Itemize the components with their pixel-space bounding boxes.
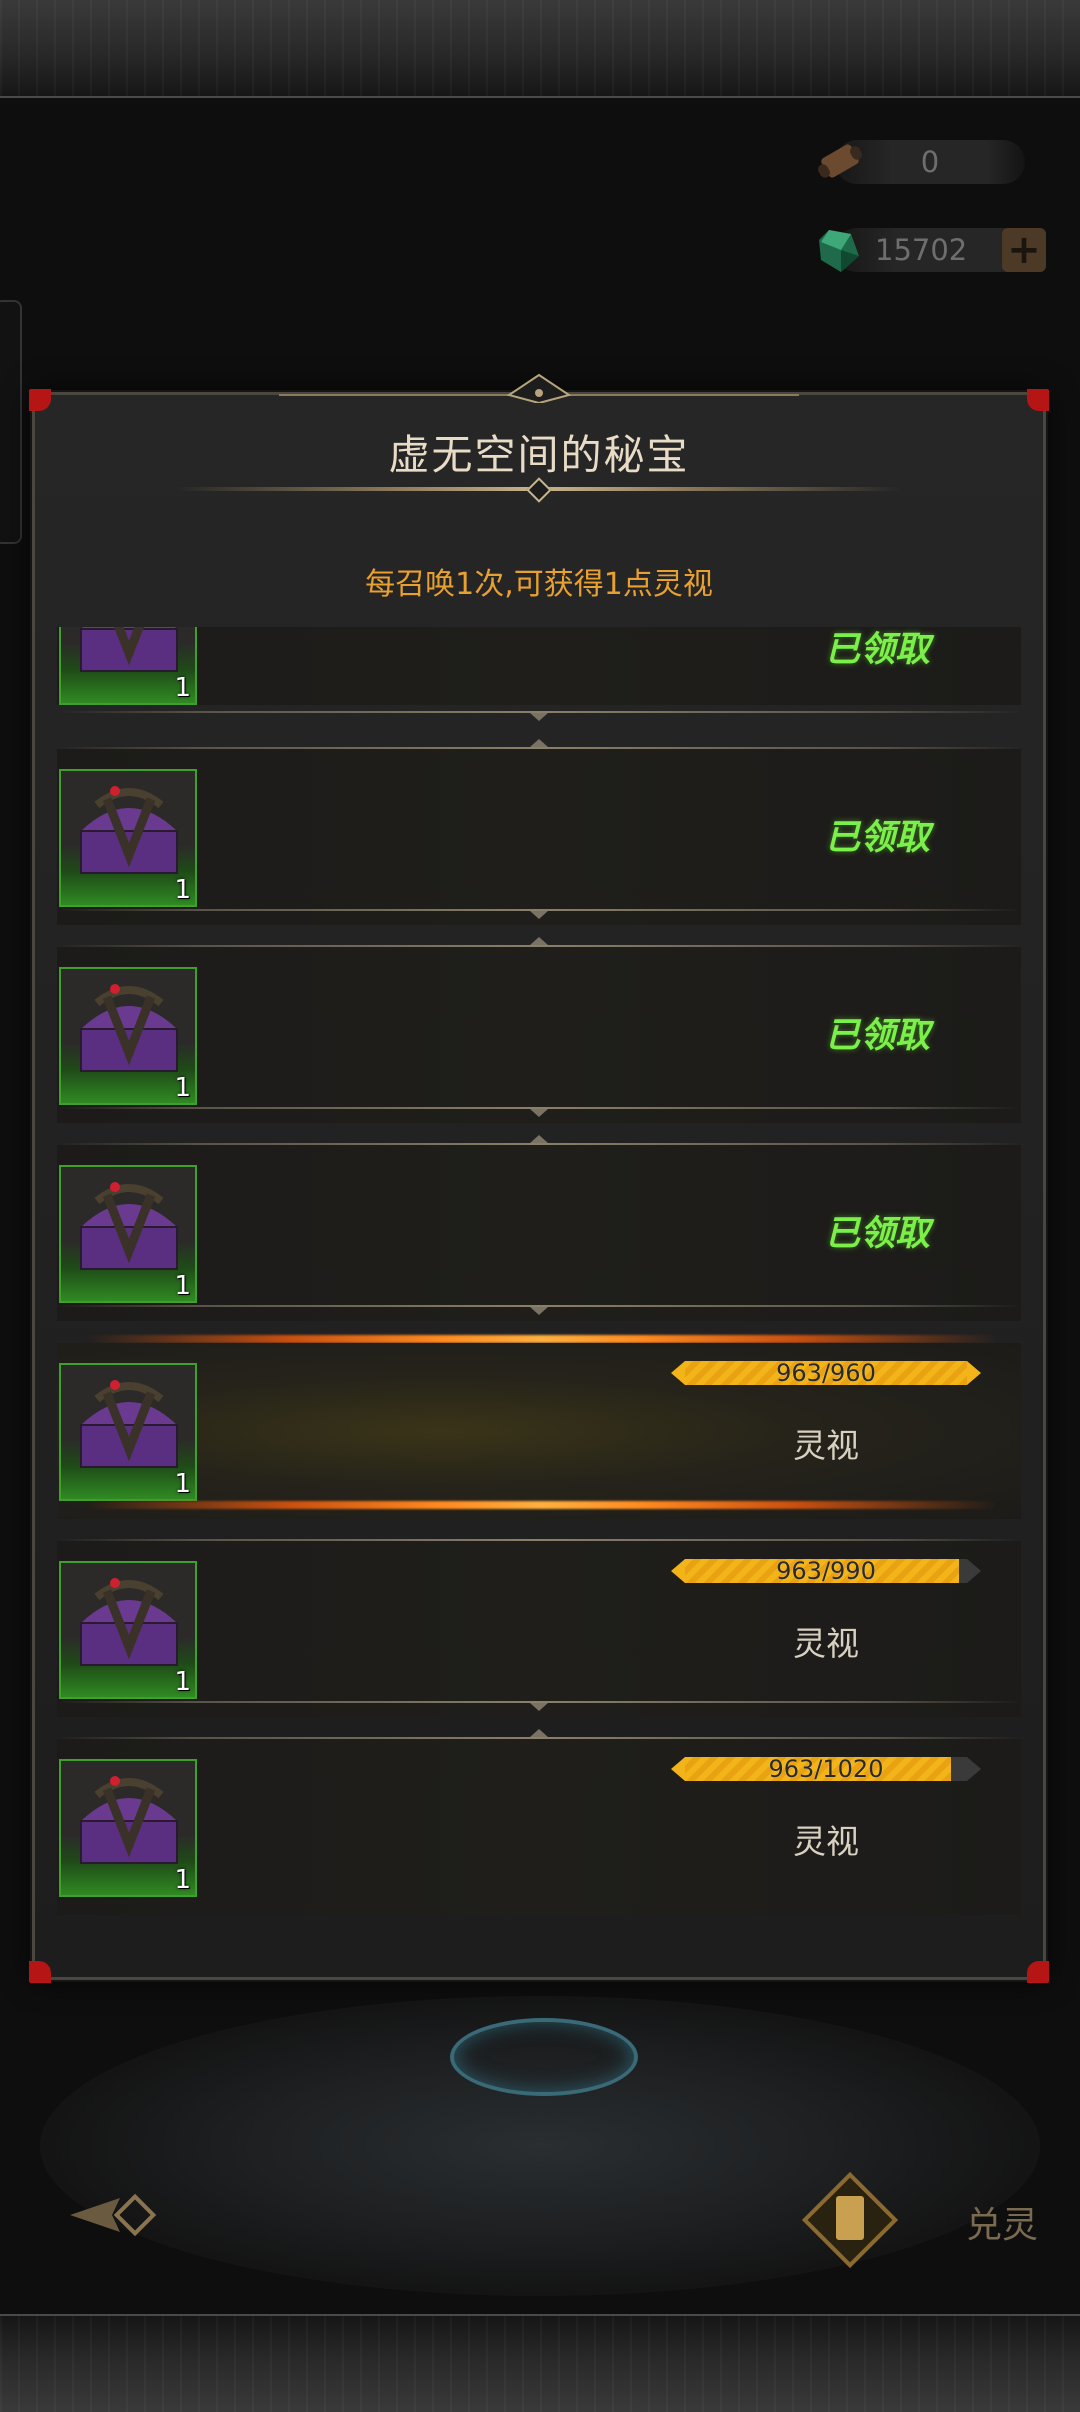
divider-arrow-icon: [530, 713, 548, 721]
reward-label: 灵视: [793, 1624, 859, 1663]
top-ornate-bar: [0, 0, 1080, 98]
reward-count: 1: [174, 875, 191, 905]
progress-text: 963/990: [776, 1557, 876, 1585]
claimed-status: 已领取: [825, 1214, 931, 1254]
progress-bar: 963/1020: [671, 1755, 981, 1783]
reward-item[interactable]: 1: [59, 1759, 197, 1897]
reward-count: 1: [174, 1271, 191, 1301]
claimed-status: 已领取: [825, 1016, 931, 1056]
highlight-glow: [35, 1501, 1049, 1509]
reward-row: 1 963/1020 灵视: [57, 1739, 1021, 1915]
modal-subtitle: 每召唤1次,可获得1点灵视: [365, 567, 713, 602]
divider-arrow-icon: [530, 937, 548, 945]
reward-item[interactable]: 1: [59, 627, 197, 705]
modal-corner: [29, 1961, 51, 1983]
reward-item[interactable]: 1: [59, 1561, 197, 1699]
divider-arrow-icon: [530, 911, 548, 919]
claimed-status: 已领取: [825, 630, 931, 670]
divider-arrow-icon: [530, 1729, 548, 1737]
reward-count: 1: [174, 1667, 191, 1697]
reward-row: 1 963/990 灵视: [57, 1541, 1021, 1717]
reward-row-highlighted[interactable]: 1 963/960 灵视: [57, 1343, 1021, 1519]
divider-arrow-icon: [530, 1135, 548, 1143]
back-arrow-icon[interactable]: [60, 2180, 180, 2250]
reward-count: 1: [174, 1865, 191, 1895]
progress-text: 963/960: [776, 1359, 876, 1387]
chest-icon: [80, 1776, 178, 1864]
reward-row: 1 已领取: [57, 627, 1021, 705]
progress-bar: 963/990: [671, 1557, 981, 1585]
reward-row: 1 已领取: [57, 947, 1021, 1123]
green-gem-icon: [819, 230, 859, 272]
reward-item[interactable]: 1: [59, 1165, 197, 1303]
chest-icon: [80, 1182, 178, 1270]
modal-corner: [1027, 389, 1049, 411]
claimed-status: 已领取: [825, 818, 931, 858]
rune-circle-icon: [450, 2018, 638, 2096]
treasure-modal: 虚无空间的秘宝 每召唤1次,可获得1点灵视 1 已领取 1 已领取 1 已领取 …: [29, 373, 1049, 1983]
chest-icon: [80, 1380, 178, 1468]
gem-count: 15702: [875, 233, 968, 267]
side-panel-edge: [0, 300, 22, 544]
progress-text: 963/1020: [768, 1755, 884, 1783]
card-icon[interactable]: [790, 2160, 910, 2280]
reward-label: 灵视: [793, 1426, 859, 1465]
reward-item[interactable]: 1: [59, 1363, 197, 1501]
currency-scroll: 0: [818, 140, 1025, 184]
chest-icon: [80, 1578, 178, 1666]
plus-icon[interactable]: +: [1002, 228, 1046, 272]
top-ornament: [279, 373, 799, 403]
chest-icon: [80, 786, 178, 874]
progress-bar: 963/960: [671, 1359, 981, 1387]
reward-count: 1: [174, 1073, 191, 1103]
currency-gem: 15702 +: [819, 228, 1046, 272]
divider-arrow-icon: [530, 739, 548, 747]
reward-label: 灵视: [793, 1822, 859, 1861]
scroll-icon: [818, 144, 862, 178]
reward-item[interactable]: 1: [59, 769, 197, 907]
chest-icon: [80, 627, 178, 672]
divider-arrow-icon: [530, 1703, 548, 1711]
modal-corner: [1027, 1961, 1049, 1983]
reward-item[interactable]: 1: [59, 967, 197, 1105]
bottom-ornate-bar: [0, 2314, 1080, 2412]
chest-icon: [80, 984, 178, 1072]
scroll-count: 0: [920, 145, 940, 179]
divider-arrow-icon: [530, 1307, 548, 1315]
reward-count: 1: [174, 1469, 191, 1499]
reward-row: 1 已领取: [57, 1145, 1021, 1321]
screen: 0 15702 + 虚无空间的秘宝 每召唤1次,可获得1点灵视 1 已领取 1 …: [0, 0, 1080, 2412]
reward-row: 1 已领取: [57, 749, 1021, 925]
reward-count: 1: [174, 673, 191, 703]
exchange-button-label[interactable]: 兑灵: [966, 2196, 1038, 2248]
highlight-glow: [35, 1335, 1049, 1343]
divider-arrow-icon: [530, 1109, 548, 1117]
modal-corner: [29, 389, 51, 411]
